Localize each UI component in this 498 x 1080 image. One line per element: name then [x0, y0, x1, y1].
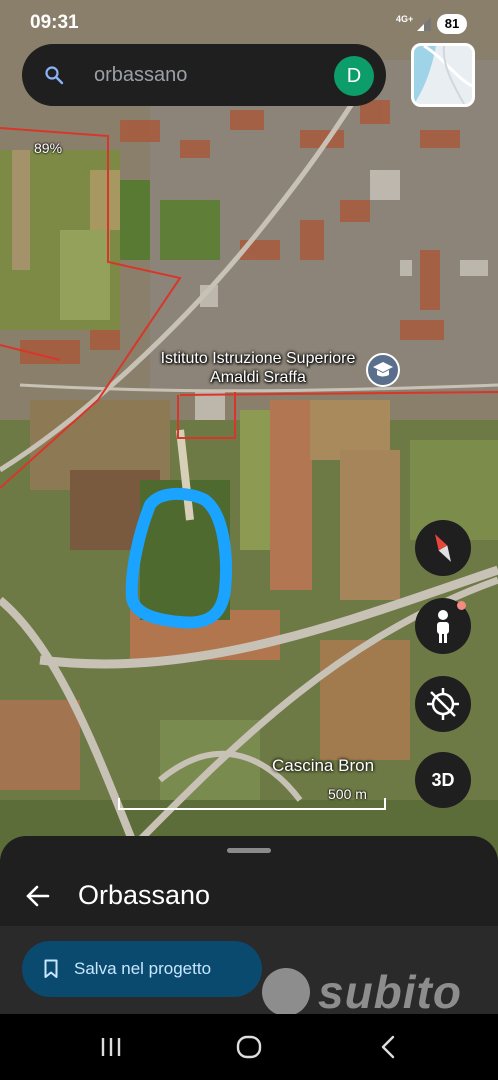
status-time: 09:31: [30, 12, 79, 33]
place-title: Orbassano: [78, 880, 211, 910]
battery-level: 81: [437, 14, 467, 34]
save-button-label: Salva nel progetto: [74, 959, 212, 978]
satellite-map[interactable]: 89% Istituto Istruzione Superiore Amaldi…: [0, 0, 498, 860]
avatar[interactable]: D: [334, 56, 374, 96]
search-input[interactable]: orbassano: [94, 62, 314, 88]
system-nav-bar: [0, 1014, 498, 1080]
poi-label[interactable]: Istituto Istruzione Superiore Amaldi Sra…: [158, 349, 358, 387]
back-arrow-icon[interactable]: [24, 882, 52, 910]
search-bar[interactable]: orbassano D: [22, 44, 386, 106]
search-icon[interactable]: [44, 65, 64, 85]
place-label[interactable]: Cascina Bron: [268, 755, 378, 776]
watermark: subito: [262, 962, 482, 1022]
location-disabled-icon: [427, 688, 459, 720]
recents-icon[interactable]: [96, 1032, 126, 1062]
scale-bar: 500 m: [118, 786, 388, 812]
back-icon[interactable]: [374, 1032, 404, 1062]
map-layers-button[interactable]: [411, 43, 475, 107]
drag-handle[interactable]: [227, 848, 271, 853]
compass-icon: [435, 534, 451, 562]
3d-label: 3D: [431, 770, 455, 790]
compass-button[interactable]: [415, 520, 471, 576]
notification-dot: [457, 601, 466, 610]
street-view-button[interactable]: [415, 598, 471, 654]
watermark-text: subito: [318, 966, 462, 1018]
status-bar: 09:31 4G+ 81: [0, 0, 498, 44]
signal-icon: [417, 17, 431, 31]
home-icon[interactable]: [234, 1032, 264, 1062]
3d-button[interactable]: 3D: [415, 752, 471, 808]
tilt-indicator: 89%: [34, 140, 63, 156]
layers-thumbnail-icon: [414, 46, 472, 104]
my-location-button[interactable]: [415, 676, 471, 732]
school-icon[interactable]: [366, 353, 400, 387]
save-to-project-button[interactable]: Salva nel progetto: [22, 941, 262, 997]
subito-logo-icon: [262, 968, 310, 1016]
scale-label: 500 m: [328, 786, 367, 802]
bookmark-icon: [44, 959, 58, 978]
network-type: 4G+: [396, 14, 414, 24]
